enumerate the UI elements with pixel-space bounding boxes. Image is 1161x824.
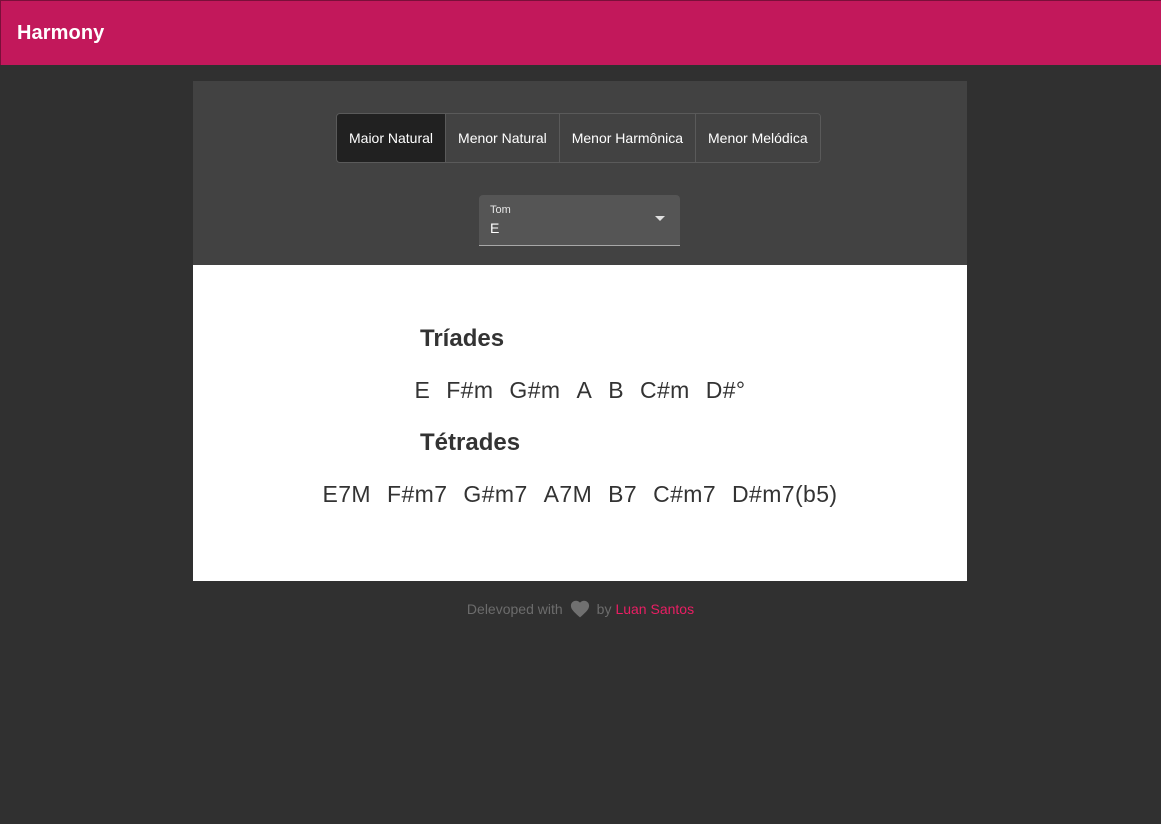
triad-chord: F#m bbox=[446, 377, 494, 403]
tetrads-title: Tétrades bbox=[420, 429, 521, 456]
harmony-card: Maior Natural Menor Natural Menor Harmôn… bbox=[193, 81, 967, 581]
triads-title: Tríades bbox=[420, 325, 505, 352]
scale-toggle-group: Maior Natural Menor Natural Menor Harmôn… bbox=[336, 113, 821, 163]
author-link[interactable]: Luan Santos bbox=[615, 601, 694, 617]
tetrad-chord: E7M bbox=[322, 481, 371, 507]
tetrad-chord: D#m7(b5) bbox=[732, 481, 838, 507]
scale-toggle-menor-harmonica[interactable]: Menor Harmônica bbox=[558, 114, 695, 162]
scale-toggle-menor-melodica[interactable]: Menor Melódica bbox=[695, 114, 820, 162]
tetrad-chord: G#m7 bbox=[463, 481, 528, 507]
footer-prefix: Delevoped with bbox=[466, 601, 563, 617]
triad-chord: E bbox=[414, 377, 431, 403]
tetrad-chord: F#m7 bbox=[387, 481, 448, 507]
heart-icon bbox=[569, 598, 591, 621]
tetrads-row: E7M F#m7 G#m7 A7M B7 C#m7 D#m7(b5) bbox=[193, 481, 967, 508]
triad-chord: D#° bbox=[705, 377, 746, 403]
app-title: Harmony bbox=[17, 21, 105, 44]
triad-chord: B bbox=[608, 377, 624, 403]
key-select[interactable]: Tom E bbox=[479, 195, 680, 246]
triads-row: E F#m G#m A B C#m D#° bbox=[193, 377, 967, 404]
app-bar: Harmony bbox=[0, 0, 1161, 65]
chords-panel: Tríades E F#m G#m A B C#m D#° Tétrades E… bbox=[193, 265, 967, 581]
key-select-value: E bbox=[490, 220, 500, 236]
dropdown-arrow-icon bbox=[655, 216, 665, 221]
tetrad-chord: C#m7 bbox=[653, 481, 717, 507]
footer: Delevoped with by Luan Santos bbox=[0, 598, 1161, 620]
controls-panel: Maior Natural Menor Natural Menor Harmôn… bbox=[193, 81, 967, 265]
triad-chord: G#m bbox=[509, 377, 561, 403]
key-select-label: Tom bbox=[490, 204, 511, 216]
triad-chord: A bbox=[576, 377, 593, 403]
tetrad-chord: B7 bbox=[608, 481, 638, 507]
scale-toggle-maior-natural[interactable]: Maior Natural bbox=[337, 114, 446, 162]
triad-chord: C#m bbox=[639, 377, 690, 403]
footer-by: by bbox=[596, 601, 612, 617]
scale-toggle-menor-natural[interactable]: Menor Natural bbox=[445, 114, 559, 162]
tetrad-chord: A7M bbox=[543, 481, 593, 507]
